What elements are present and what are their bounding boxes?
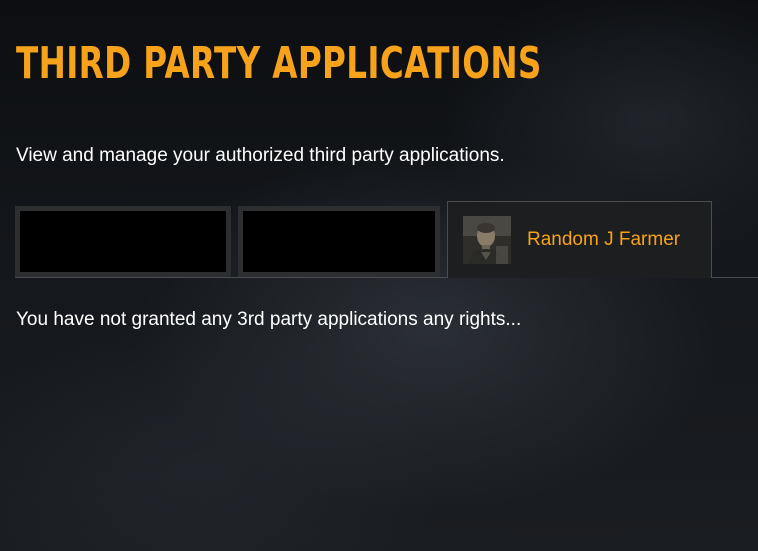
page-title: THIRD PARTY APPLICATIONS: [16, 38, 542, 89]
character-name-label: Random J Farmer: [527, 229, 681, 250]
character-tabs: Random J Farmer: [15, 201, 758, 278]
character-portrait-icon: [463, 216, 511, 264]
status-message: You have not granted any 3rd party appli…: [16, 309, 522, 330]
character-tab-random-j-farmer[interactable]: Random J Farmer: [447, 201, 712, 278]
character-tab-empty-1[interactable]: [15, 206, 231, 277]
character-tab-empty-2[interactable]: [238, 206, 440, 277]
page-intro-text: View and manage your authorized third pa…: [16, 145, 505, 166]
